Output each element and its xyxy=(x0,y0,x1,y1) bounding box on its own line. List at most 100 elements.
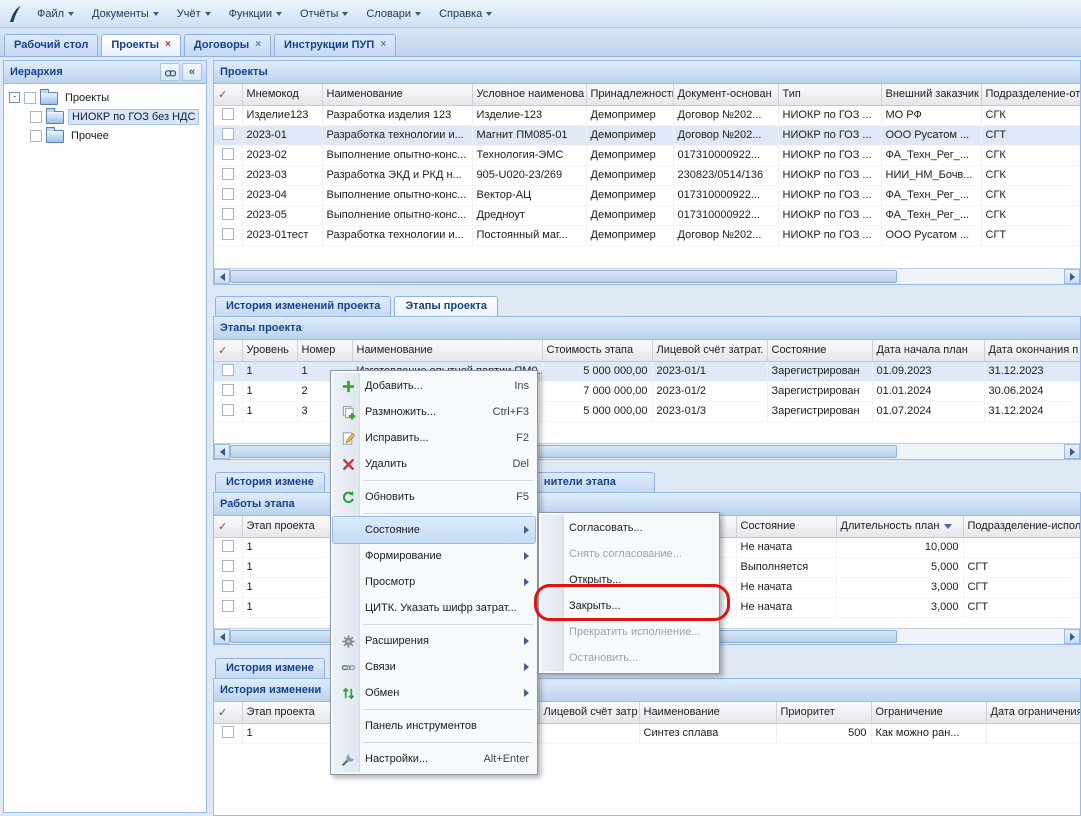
row-checkbox[interactable] xyxy=(222,560,234,572)
tab-stage-executors[interactable]: нители этапа xyxy=(533,472,655,492)
column-header[interactable]: Подразделение-исполн xyxy=(963,516,1080,537)
row-checkbox[interactable] xyxy=(222,540,234,552)
select-column-header[interactable]: ✓ xyxy=(214,84,242,105)
tree-node-0[interactable]: -Проекты xyxy=(6,88,204,107)
column-header[interactable]: Уровень xyxy=(242,340,297,361)
main-tab-1[interactable]: Проекты× xyxy=(101,34,181,56)
context_menu-item-7[interactable]: Состояние xyxy=(333,517,535,543)
tab-stage-history[interactable]: История измене xyxy=(215,472,325,492)
projects-row-6[interactable]: 2023-01тестРазработка технологии и...Пос… xyxy=(214,225,1080,245)
row-checkbox[interactable] xyxy=(222,600,234,612)
state_submenu-item-2[interactable]: Открыть... xyxy=(541,567,717,593)
main-tab-3[interactable]: Инструкции ПУП× xyxy=(274,34,396,56)
column-header[interactable]: Внешний заказчик xyxy=(881,84,981,105)
tree-node-1[interactable]: НИОКР по ГОЗ без НДС xyxy=(6,107,204,126)
find-icon[interactable] xyxy=(160,63,180,81)
menubar-item-1[interactable]: Документы xyxy=(83,4,168,24)
state_submenu-item-3[interactable]: Закрыть... xyxy=(541,593,717,619)
column-header[interactable]: Лицевой счёт затр xyxy=(539,702,639,723)
column-header[interactable]: Мнемокод xyxy=(242,84,322,105)
context_menu-item-14[interactable]: Обмен xyxy=(333,680,535,706)
row-checkbox[interactable] xyxy=(222,726,234,738)
context_menu-item-9[interactable]: Просмотр xyxy=(333,569,535,595)
scroll-left-button[interactable] xyxy=(214,629,230,644)
close-icon[interactable]: × xyxy=(380,40,386,50)
collapse-panel-button[interactable]: « xyxy=(182,63,202,81)
column-header[interactable]: Тип xyxy=(778,84,881,105)
row-checkbox[interactable] xyxy=(222,364,234,376)
row-checkbox[interactable] xyxy=(222,108,234,120)
context_menu-item-8[interactable]: Формирование xyxy=(333,543,535,569)
projects-row-0[interactable]: Изделие123Разработка изделия 123Изделие-… xyxy=(214,105,1080,125)
scroll-right-button[interactable] xyxy=(1064,269,1080,284)
row-checkbox[interactable] xyxy=(222,404,234,416)
tree-node-2[interactable]: Прочее xyxy=(6,126,204,145)
context_menu-item-10[interactable]: ЦИТК. Указать шифр затрат... xyxy=(333,595,535,621)
scroll-right-button[interactable] xyxy=(1064,444,1080,459)
tree-checkbox[interactable] xyxy=(30,111,42,123)
select-column-header[interactable]: ✓ xyxy=(214,516,242,537)
context_menu-item-1[interactable]: Размножить...Ctrl+F3 xyxy=(333,399,535,425)
column-header[interactable]: Наименование xyxy=(352,340,542,361)
scroll-left-button[interactable] xyxy=(214,444,230,459)
column-header[interactable]: Принадлежность xyxy=(586,84,673,105)
context_menu-item-18[interactable]: Настройки...Alt+Enter xyxy=(333,746,535,772)
scroll-track[interactable] xyxy=(230,269,1064,284)
column-header[interactable]: Дата окончания п xyxy=(984,340,1080,361)
row-checkbox[interactable] xyxy=(222,168,234,180)
column-header[interactable]: Состояние xyxy=(767,340,872,361)
select-column-header[interactable]: ✓ xyxy=(214,340,242,361)
column-header[interactable]: Лицевой счёт затрат. xyxy=(652,340,767,361)
row-checkbox[interactable] xyxy=(222,188,234,200)
column-header[interactable]: Стоимость этапа xyxy=(542,340,652,361)
row-checkbox[interactable] xyxy=(222,208,234,220)
row-checkbox[interactable] xyxy=(222,384,234,396)
tab-project-history[interactable]: История изменений проекта xyxy=(215,296,391,316)
context_menu-item-3[interactable]: УдалитьDel xyxy=(333,451,535,477)
column-header[interactable]: Этап проекта xyxy=(242,516,332,537)
column-header[interactable]: Длительность план xyxy=(836,516,963,537)
column-header[interactable]: Состояние xyxy=(736,516,836,537)
projects-hscrollbar[interactable] xyxy=(214,268,1080,284)
context_menu-item-16[interactable]: Панель инструментов xyxy=(333,713,535,739)
tree-checkbox[interactable] xyxy=(30,130,42,142)
menubar-item-2[interactable]: Учёт xyxy=(168,4,220,24)
context_menu-item-13[interactable]: Связи xyxy=(333,654,535,680)
column-header[interactable]: Документ-основан xyxy=(673,84,778,105)
column-header[interactable]: Условное наименова xyxy=(472,84,586,105)
tree-checkbox[interactable] xyxy=(24,92,36,104)
state_submenu-item-0[interactable]: Согласовать... xyxy=(541,515,717,541)
context_menu-item-2[interactable]: Исправить...F2 xyxy=(333,425,535,451)
menubar-item-3[interactable]: Функции xyxy=(220,4,291,24)
close-icon[interactable]: × xyxy=(255,40,261,50)
scroll-right-button[interactable] xyxy=(1064,629,1080,644)
menubar-item-0[interactable]: Файл xyxy=(28,4,83,24)
tab-project-stages[interactable]: Этапы проекта xyxy=(394,296,498,316)
column-header[interactable]: Дата начала план xyxy=(872,340,984,361)
projects-row-5[interactable]: 2023-05Выполнение опытно-конс...Дредноут… xyxy=(214,205,1080,225)
menubar-item-6[interactable]: Справка xyxy=(430,4,501,24)
menubar-item-5[interactable]: Словари xyxy=(357,4,430,24)
column-header[interactable]: Ограничение xyxy=(871,702,986,723)
expander-icon[interactable]: - xyxy=(9,92,20,103)
menubar-item-4[interactable]: Отчёты xyxy=(291,4,357,24)
row-checkbox[interactable] xyxy=(222,228,234,240)
row-checkbox[interactable] xyxy=(222,128,234,140)
projects-row-2[interactable]: 2023-02Выполнение опытно-конс...Технолог… xyxy=(214,145,1080,165)
column-header[interactable]: Наименование xyxy=(322,84,472,105)
select-column-header[interactable]: ✓ xyxy=(214,702,242,723)
column-header[interactable]: Этап проекта xyxy=(242,702,332,723)
column-header[interactable]: Подразделение-от xyxy=(981,84,1080,105)
context_menu-item-12[interactable]: Расширения xyxy=(333,628,535,654)
tab-work-history[interactable]: История измене xyxy=(215,658,325,678)
row-checkbox[interactable] xyxy=(222,580,234,592)
projects-row-4[interactable]: 2023-04Выполнение опытно-конс...Вектор-А… xyxy=(214,185,1080,205)
column-header[interactable]: Наименование xyxy=(639,702,776,723)
scroll-left-button[interactable] xyxy=(214,269,230,284)
column-header[interactable]: Номер xyxy=(297,340,352,361)
column-header[interactable]: Дата ограничения xyxy=(986,702,1080,723)
projects-row-3[interactable]: 2023-03Разработка ЭКД и РКД н...905-U020… xyxy=(214,165,1080,185)
projects-row-1[interactable]: 2023-01Разработка технологии и...Магнит … xyxy=(214,125,1080,145)
context_menu-item-0[interactable]: Добавить...Ins xyxy=(333,373,535,399)
scroll-thumb[interactable] xyxy=(230,270,897,283)
